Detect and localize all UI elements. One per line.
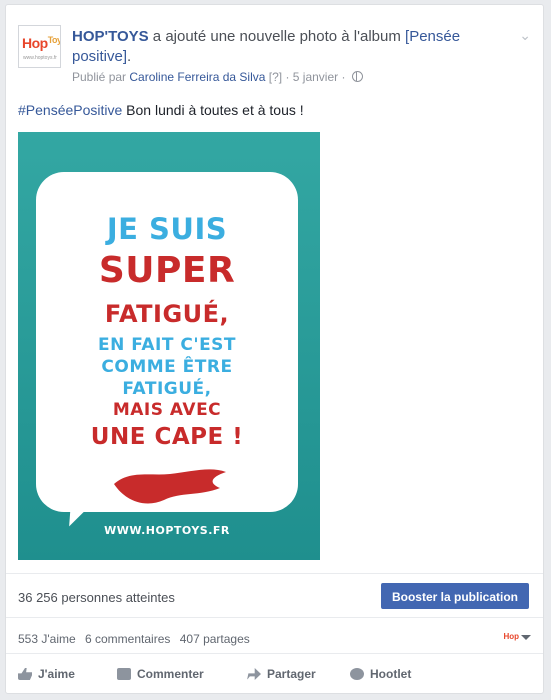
globe-icon [351,71,363,82]
divider [6,653,543,654]
post-stats: 553 J'aime 6 commentaires 407 partages [18,632,256,646]
author-link[interactable]: Caroline Ferreira da Silva [129,70,265,84]
share-icon [247,668,261,680]
hashtag-link[interactable]: #PenséePositive [18,102,122,118]
post-header: HOP'TOYS a ajouté une nouvelle photo à l… [72,28,461,65]
divider [6,617,543,618]
photo-url: WWW.HOPTOYS.FR [104,524,230,537]
reach-text[interactable]: 36 256 personnes atteintes [18,590,175,605]
photo-line-4: EN FAIT C'EST COMME ÊTRE FATIGUÉ, [97,335,237,399]
page-avatar[interactable]: HopToys www.hoptoys.fr [18,25,61,68]
photo-line-3: FATIGUÉ, [104,300,230,328]
hootlet-button[interactable]: Hootlet [350,667,411,681]
caret-down-icon[interactable] [521,635,531,640]
boost-post-button[interactable]: Booster la publication [380,583,529,609]
post-card: HopToys www.hoptoys.fr HOP'TOYS a ajouté… [5,4,544,694]
photo-line-1: JE SUIS [106,212,228,246]
page-mini-avatar[interactable]: Hop [503,632,519,641]
cape-icon [114,469,226,504]
status-text: #PenséePositive Bon lundi à toutes et à … [18,102,304,118]
avatar-url: www.hoptoys.fr [23,55,57,61]
comment-icon [117,668,131,680]
comment-button[interactable]: Commenter [117,667,204,681]
chevron-down-icon[interactable]: ⌄ [519,27,531,44]
likes-count[interactable]: 553 J'aime [18,632,76,646]
photo-line-2: SUPER [98,250,236,291]
post-meta: Publié par Caroline Ferreira da Silva [?… [72,70,363,84]
comments-count[interactable]: 6 commentaires [85,632,170,646]
like-icon [18,668,32,680]
like-button[interactable]: J'aime [18,667,75,681]
post-photo[interactable]: JE SUIS SUPER FATIGUÉ, EN FAIT C'EST COM… [18,132,320,560]
divider [6,573,543,574]
action-text: a ajouté une nouvelle photo à l'album [148,28,406,45]
owl-icon [350,668,364,680]
share-button[interactable]: Partager [247,667,316,681]
shares-count[interactable]: 407 partages [180,632,250,646]
post-date[interactable]: · 5 janvier · [282,70,349,84]
avatar-logo: HopToys [22,35,60,51]
photo-line-6: UNE CAPE ! [90,424,244,450]
help-link[interactable]: [?] [269,70,282,84]
page-name-link[interactable]: HOP'TOYS [72,28,149,45]
photo-line-5: MAIS AVEC [112,400,222,420]
